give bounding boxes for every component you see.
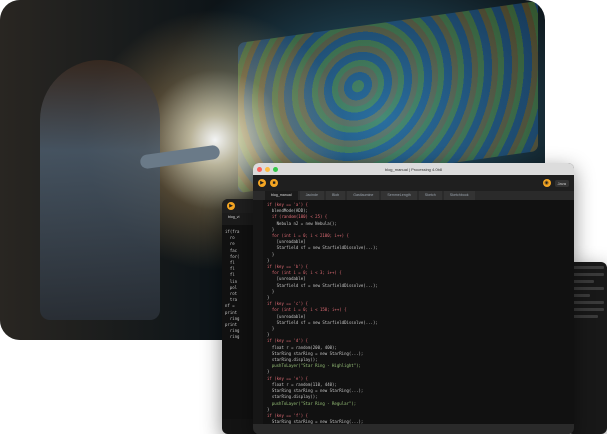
tab-bar: blog_manual Jacinde Blob Gastlaumine SemmeLe… [253,191,574,200]
artist-figure [40,60,160,320]
toolbar: ▶ ■ ◉ Java [253,175,574,191]
tab-1[interactable]: Jacinde [299,191,324,200]
tab-6[interactable]: Sketchbook [443,191,475,200]
mode-selector[interactable]: Java [554,179,569,187]
tab-3[interactable]: Gastlaumine [347,191,380,200]
tab-2[interactable]: Blob [325,191,346,200]
stop-button[interactable]: ■ [270,179,278,187]
tab-5[interactable]: Sketch [418,191,442,200]
titlebar: blog_manual | Processing 4.0b8 [253,163,574,175]
editor-window-front: blog_manual | Processing 4.0b8 ▶ ■ ◉ Jav… [253,163,574,434]
tab-0[interactable]: blog_manual [265,191,298,200]
tab-4[interactable]: SemmeLength [381,191,417,200]
run-button[interactable]: ▶ [258,179,266,187]
line-gutter [253,200,263,426]
window-title: blog_manual | Processing 4.0b8 [384,166,443,172]
debug-button[interactable]: ◉ [542,179,551,187]
status-bar [253,424,574,434]
run-button-back[interactable]: ▶ [227,202,235,210]
code-editor[interactable]: if (key == 'a') { blendMode(ADD); if (ra… [253,200,574,434]
